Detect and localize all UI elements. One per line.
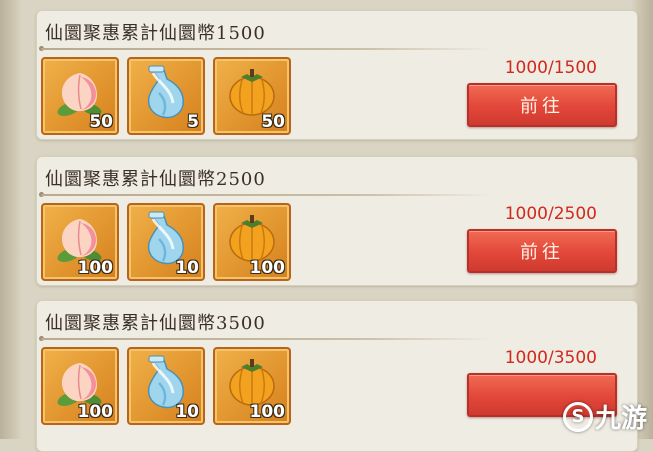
task-title: 仙圜聚惠累計仙圜幣3500	[45, 313, 266, 334]
reward-item-peach[interactable]: 50	[41, 57, 119, 135]
go-button[interactable]: 前往	[467, 229, 617, 273]
task-card: 仙圜聚惠累計仙圜幣3500 100 10 100 1000/3500	[36, 300, 638, 452]
reward-item-water-bottle[interactable]: 10	[127, 203, 205, 281]
reward-item-water-bottle[interactable]: 5	[127, 57, 205, 135]
title-divider	[41, 48, 493, 50]
reward-item-peach[interactable]: 100	[41, 347, 119, 425]
left-frame-border	[0, 0, 22, 439]
title-divider	[41, 338, 493, 340]
reward-quantity: 100	[249, 258, 286, 278]
reward-quantity: 50	[89, 112, 113, 132]
task-title: 仙圜聚惠累計仙圜幣2500	[45, 169, 266, 190]
reward-item-persimmon[interactable]: 50	[213, 57, 291, 135]
title-divider	[41, 194, 493, 196]
go-button[interactable]: 前往	[467, 83, 617, 127]
task-card: 仙圜聚惠累計仙圜幣1500 50 5 50 1000/1500 前往	[36, 10, 638, 140]
reward-quantity: 10	[175, 402, 199, 422]
reward-item-water-bottle[interactable]: 10	[127, 347, 205, 425]
reward-quantity: 100	[77, 402, 114, 422]
task-card: 仙圜聚惠累計仙圜幣2500 100 10 100 1000/2500 前往	[36, 156, 638, 286]
reward-item-persimmon[interactable]: 100	[213, 203, 291, 281]
task-title: 仙圜聚惠累計仙圜幣1500	[45, 23, 266, 44]
watermark-mark: S	[562, 401, 593, 432]
reward-quantity: 5	[187, 112, 199, 132]
watermark-text: 九游	[594, 404, 647, 434]
progress-text: 1000/1500	[504, 58, 597, 78]
progress-text: 1000/3500	[504, 348, 597, 368]
watermark-logo: S 九游	[562, 398, 647, 435]
reward-quantity: 50	[261, 112, 285, 132]
reward-item-peach[interactable]: 100	[41, 203, 119, 281]
reward-quantity: 100	[249, 402, 286, 422]
reward-item-persimmon[interactable]: 100	[213, 347, 291, 425]
progress-text: 1000/2500	[504, 204, 597, 224]
reward-quantity: 10	[175, 258, 199, 278]
reward-quantity: 100	[77, 258, 114, 278]
